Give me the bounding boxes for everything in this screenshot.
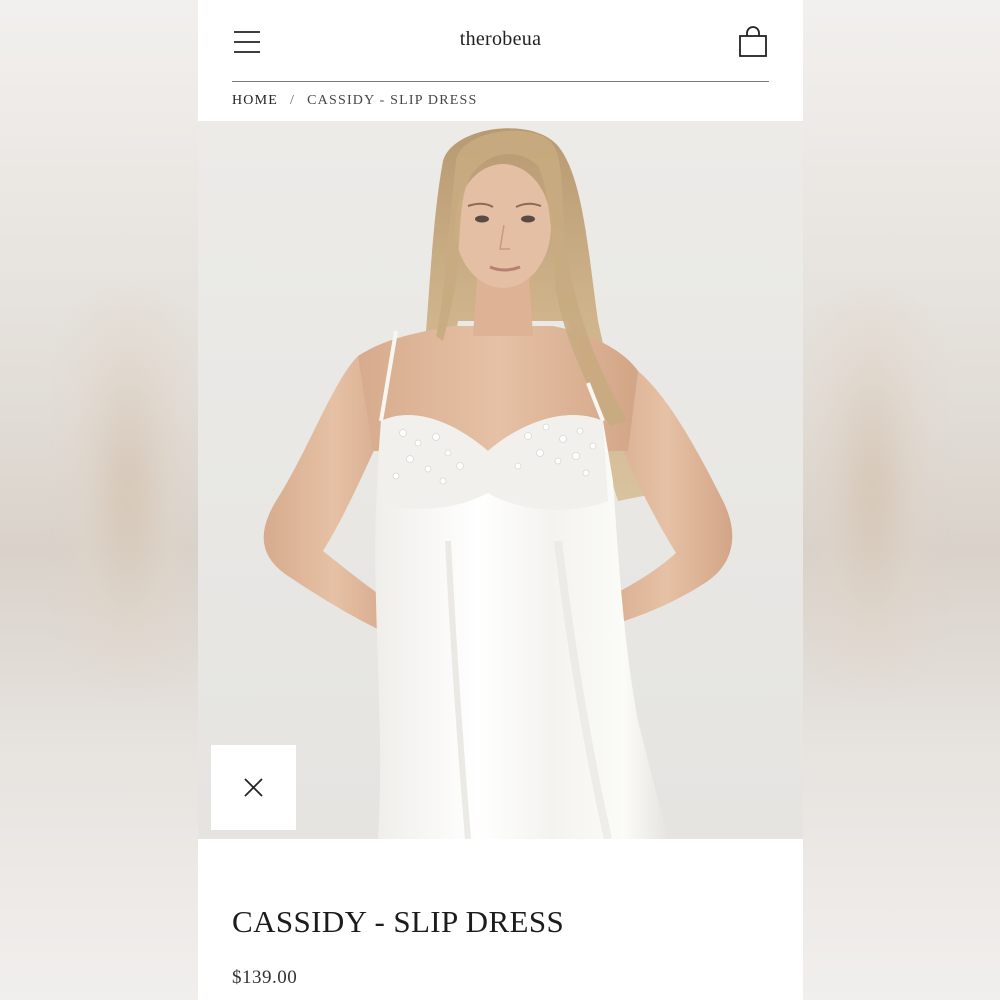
mobile-viewport: therobeua HOME / CASSIDY - SLIP DRESS CA…	[198, 0, 803, 1000]
header-divider	[232, 81, 769, 82]
breadcrumb: HOME / CASSIDY - SLIP DRESS	[232, 93, 478, 109]
breadcrumb-current: CASSIDY - SLIP DRESS	[307, 93, 478, 108]
cart-button[interactable]	[737, 24, 769, 60]
site-header: therobeua	[198, 0, 803, 82]
breadcrumb-home-link[interactable]: HOME	[232, 93, 278, 108]
brand-logo[interactable]: therobeua	[198, 28, 803, 51]
product-image[interactable]	[198, 121, 803, 839]
blurred-backdrop-left	[0, 0, 198, 1000]
product-title: CASSIDY - SLIP DRESS	[232, 904, 565, 939]
blurred-backdrop-right	[802, 0, 1000, 1000]
shopping-bag-icon	[739, 26, 767, 57]
close-button[interactable]	[211, 745, 296, 830]
model-photo	[198, 121, 803, 839]
close-icon	[244, 778, 263, 797]
product-price: $139.00	[232, 967, 298, 988]
breadcrumb-separator: /	[290, 93, 296, 108]
